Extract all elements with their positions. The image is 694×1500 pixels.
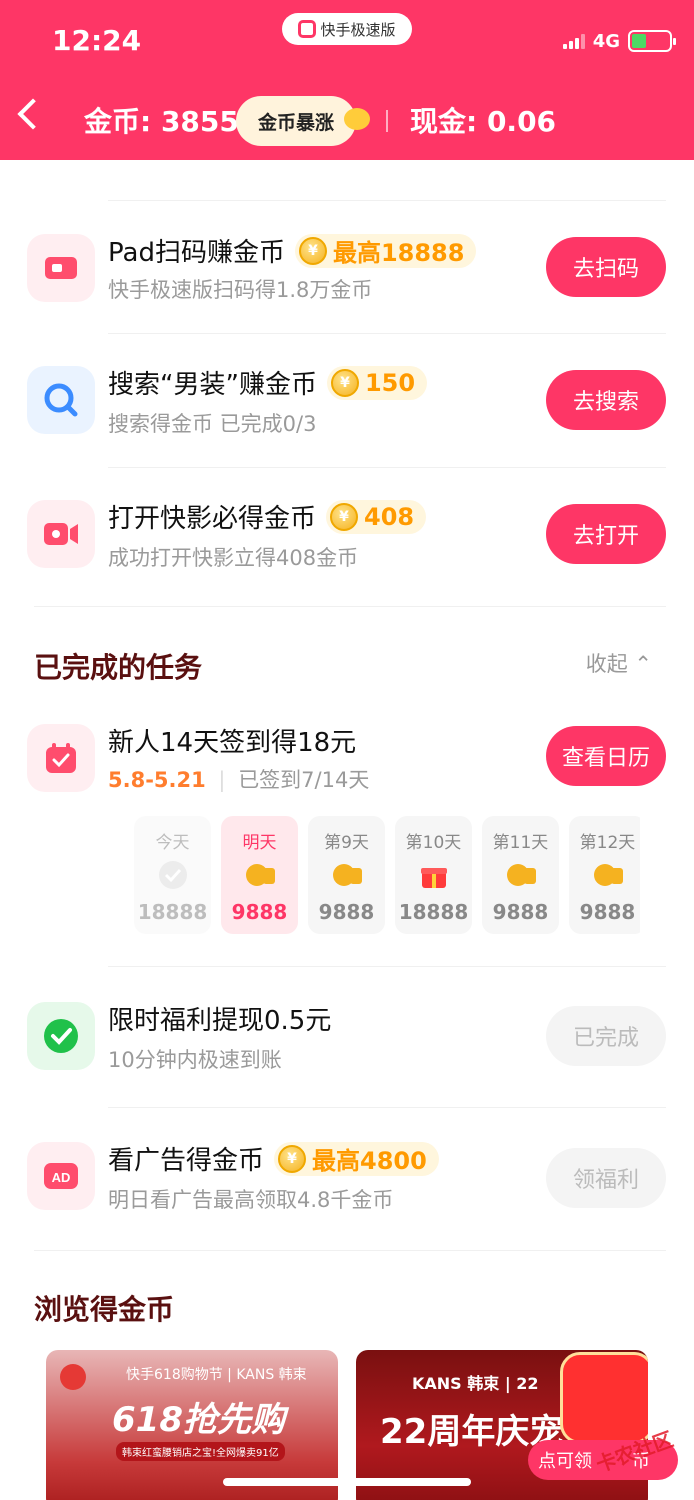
boost-label: 金币暴涨: [257, 111, 334, 134]
checkin-count: 已签到7/14天: [238, 768, 370, 792]
reward-badge: ¥408: [326, 499, 427, 534]
reward-badge: ¥150: [326, 365, 428, 400]
task-subtitle: 成功打开快影立得408金币: [108, 546, 359, 570]
checkin-days-strip[interactable]: 今天 18888 明天 9888 第9天 9888 第10天 18888 第11…: [134, 816, 640, 936]
view-calendar-button[interactable]: 查看日历: [546, 726, 666, 786]
chevron-up-icon: ⌃: [634, 652, 652, 676]
chart-icon: [60, 1364, 86, 1390]
reward-badge: ¥ 最高18888: [294, 233, 477, 268]
reward-badge: ¥ 最高4800: [274, 1141, 439, 1176]
task-row-kuaiying: 打开快影必得金币 ¥408 成功打开快影立得408金币 去打开: [0, 468, 694, 608]
ad-icon: AD: [27, 1142, 95, 1210]
task-title: 打开快影必得金币 ¥408: [108, 498, 427, 535]
task-list-scroll[interactable]: Pad扫码赚金币 ¥ 最高18888 快手极速版扫码得1.8万金币 去扫码 搜索“…: [0, 160, 694, 1500]
up-arrow-icon: [344, 108, 370, 130]
calendar-icon: [27, 724, 95, 792]
go-open-button[interactable]: 去打开: [546, 504, 666, 564]
checkin-progress: 5.8-5.21 | 已签到7/14天: [108, 768, 370, 792]
task-subtitle: 搜索得金币 已完成0/3: [108, 412, 317, 436]
task-title: Pad扫码赚金币 ¥ 最高18888: [108, 232, 477, 269]
wechat-pay-icon: [27, 1002, 95, 1070]
card-tagline: 韩束红蛮腰销店之宝!全网爆卖91亿: [116, 1442, 285, 1461]
kuaishou-logo-icon: [298, 20, 317, 38]
tv-icon: [27, 234, 95, 302]
signal-icon: [562, 33, 585, 49]
task-row-watch-ad: AD 看广告得金币 ¥ 最高4800 明日看广告最高领取4.8千金币 领福利: [0, 1108, 694, 1250]
svg-text:AD: AD: [52, 1170, 71, 1185]
browse-section-title: 浏览得金币: [34, 1293, 175, 1326]
coin-boost-button[interactable]: 金币暴涨: [236, 96, 370, 146]
status-time: 12:24: [52, 24, 142, 57]
coin-stack-icon: [246, 864, 275, 886]
task-title: 看广告得金币 ¥ 最高4800: [108, 1140, 439, 1177]
completed-section-title: 已完成的任务: [34, 651, 203, 684]
task-title: 新人14天签到得18元: [108, 728, 357, 758]
day-card-12: 第12天 9888: [569, 816, 640, 934]
completed-button[interactable]: 已完成: [546, 1006, 666, 1066]
back-arrow-icon[interactable]: [17, 98, 49, 130]
app-pill-label: 快手极速版: [320, 20, 396, 39]
day-card-9: 第9天 9888: [308, 816, 385, 934]
cash-balance: 现金: 0.06: [410, 105, 557, 138]
card-brand: KANS 韩束 | 22: [412, 1374, 539, 1393]
claim-benefit-button[interactable]: 领福利: [546, 1148, 666, 1208]
red-packet-icon: [560, 1352, 648, 1444]
day-card-11: 第11天 9888: [482, 816, 559, 934]
task-title: 搜索“男装”赚金币 ¥150: [108, 364, 428, 401]
app-return-pill[interactable]: 快手极速版: [282, 13, 412, 45]
card-headline: 618抢先购: [112, 1400, 285, 1440]
task-subtitle: 明日看广告最高领取4.8千金币: [108, 1188, 394, 1212]
day-card-10: 第10天 18888: [395, 816, 472, 934]
top-header: 12:24 快手极速版 4G 金币: 38551 金币暴涨 现金: 0.06: [0, 0, 694, 160]
home-indicator[interactable]: [223, 1478, 471, 1486]
search-icon: [27, 366, 95, 434]
task-row-search: 搜索“男装”赚金币 ¥150 搜索得金币 已完成0/3 去搜索: [0, 334, 694, 468]
coin-icon: ¥: [278, 1144, 307, 1173]
task-row-withdraw: 限时福利提现0.5元 10分钟内极速到账 已完成: [0, 966, 694, 1108]
gift-icon: [421, 868, 447, 888]
task-title: 限时福利提现0.5元: [108, 1006, 332, 1036]
coin-stack-icon: [507, 864, 536, 886]
status-indicators: 4G: [562, 30, 676, 52]
battery-icon: [628, 30, 676, 52]
coin-icon: ¥: [330, 368, 359, 397]
coin-icon: ¥: [330, 502, 359, 531]
task-subtitle: 快手极速版扫码得1.8万金币: [108, 278, 373, 302]
header-divider: [386, 110, 388, 132]
day-card-today: 今天 18888: [134, 816, 211, 934]
collapse-toggle[interactable]: 收起 ⌃: [586, 648, 652, 678]
task-row-pad-scan: Pad扫码赚金币 ¥ 最高18888 快手极速版扫码得1.8万金币 去扫码: [0, 200, 694, 334]
go-scan-button[interactable]: 去扫码: [546, 237, 666, 297]
task-subtitle: 10分钟内极速到账: [108, 1048, 282, 1072]
coin-stack-icon: [594, 864, 623, 886]
video-camera-icon: [27, 500, 95, 568]
day-card-tomorrow: 明天 9888: [221, 816, 298, 934]
go-search-button[interactable]: 去搜索: [546, 370, 666, 430]
coin-balance: 金币: 38551: [84, 105, 259, 138]
card-brand: 快手618购物节 | KANS 韩束: [126, 1367, 307, 1383]
network-label: 4G: [592, 30, 620, 52]
date-range: 5.8-5.21: [108, 768, 206, 792]
coin-stack-icon: [333, 864, 362, 886]
coin-icon: ¥: [298, 236, 327, 265]
check-icon: [159, 861, 187, 889]
